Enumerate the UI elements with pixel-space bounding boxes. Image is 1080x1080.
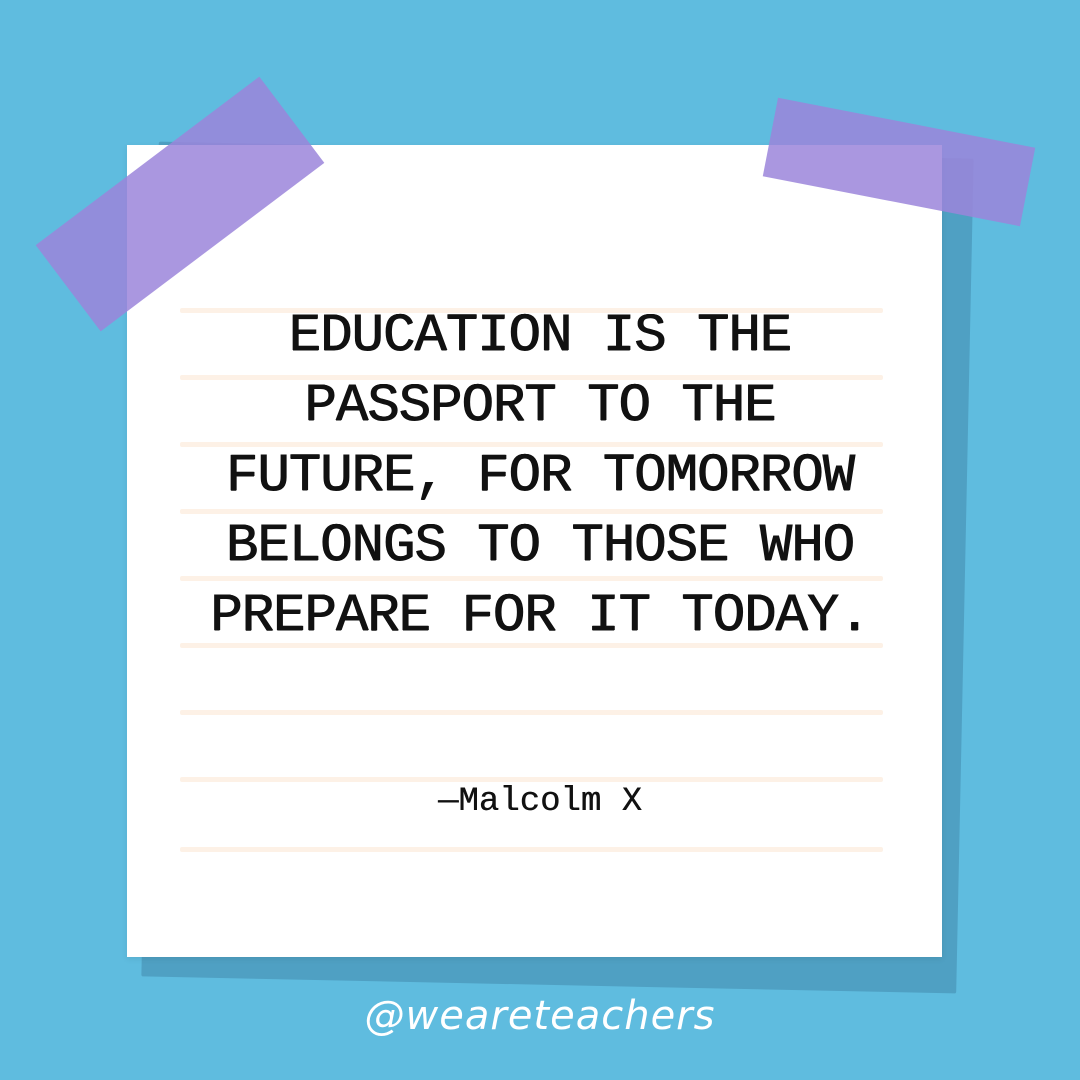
ruled-line [180,847,883,852]
quote-line: PASSPORT TO THE [304,376,776,437]
quote-author: —Malcolm X [437,783,643,821]
quote-line: BELONGS TO THOSE WHO [225,516,855,577]
quote-card-canvas: EDUCATION IS THE PASSPORT TO THE FUTURE,… [0,0,1080,1080]
ruled-line [180,710,883,715]
social-handle: @weareteachers [364,993,716,1039]
quote-line: EDUCATION IS THE [288,306,792,367]
quote-line: PREPARE FOR IT TODAY. [210,586,871,647]
quote-line: FUTURE, FOR TOMORROW [225,446,855,507]
quote-text: EDUCATION IS THE PASSPORT TO THE FUTURE,… [150,302,930,652]
